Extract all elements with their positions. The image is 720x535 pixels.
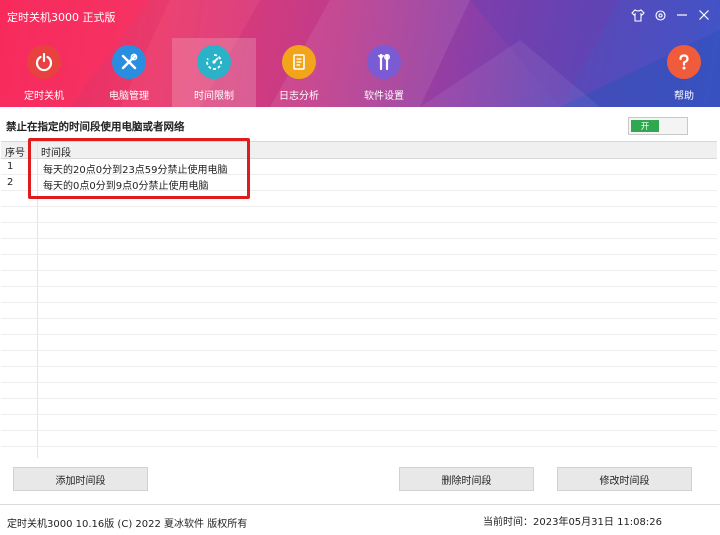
nav-label: 电脑管理 (109, 91, 149, 102)
empty-row (1, 223, 717, 239)
nav-item-time-limit[interactable]: 时间限制 (172, 38, 256, 107)
app-title: 定时关机3000 正式版 (7, 11, 116, 24)
nav-item-settings[interactable]: 软件设置 (342, 38, 426, 107)
empty-row (1, 367, 717, 383)
current-time: 当前时间：2023年05月31日 11:08:26 (483, 517, 662, 528)
section-title: 禁止在指定的时间段使用电脑或者网络 (6, 121, 185, 133)
empty-row (1, 431, 717, 447)
highlight-box (28, 138, 250, 199)
power-icon (27, 45, 61, 79)
empty-row (1, 303, 717, 319)
settings-icon[interactable] (652, 6, 668, 24)
empty-row (1, 207, 717, 223)
close-icon[interactable] (696, 6, 712, 24)
toggle-on-label: 开 (631, 120, 659, 132)
help-button[interactable]: 帮助 (659, 38, 709, 107)
help-icon (667, 45, 701, 79)
nav-label: 定时关机 (24, 91, 64, 102)
empty-row (1, 399, 717, 415)
empty-row (1, 319, 717, 335)
row-index: 1 (7, 161, 14, 172)
empty-row (1, 383, 717, 399)
empty-row (1, 255, 717, 271)
title-bar: 定时关机3000 正式版 定时关机 电脑管理 时间限制 日志分析 软件设置 帮助 (0, 0, 720, 107)
column-header-index: 序号 (5, 148, 25, 159)
empty-row (1, 239, 717, 255)
empty-row (1, 271, 717, 287)
minimize-icon[interactable] (674, 6, 690, 24)
nav-item-log[interactable]: 日志分析 (257, 38, 341, 107)
status-bar: 定时关机3000 10.16版 (C) 2022 夏冰软件 版权所有 当前时间：… (0, 504, 720, 535)
tools-icon (112, 45, 146, 79)
enable-toggle[interactable]: 开 (628, 117, 688, 135)
copyright-text: 定时关机3000 10.16版 (C) 2022 夏冰软件 版权所有 (7, 519, 248, 530)
window-controls (630, 6, 712, 24)
add-period-button[interactable]: 添加时间段 (13, 467, 148, 491)
edit-period-button[interactable]: 修改时间段 (557, 467, 692, 491)
empty-row (1, 415, 717, 431)
row-index: 2 (7, 177, 14, 188)
settings-tools-icon (367, 45, 401, 79)
timer-icon (197, 45, 231, 79)
nav-item-shutdown[interactable]: 定时关机 (2, 38, 86, 107)
help-label: 帮助 (674, 91, 694, 102)
empty-row (1, 335, 717, 351)
nav-label: 日志分析 (279, 91, 319, 102)
empty-row (1, 287, 717, 303)
nav-label: 软件设置 (364, 91, 404, 102)
delete-period-button[interactable]: 删除时间段 (399, 467, 534, 491)
log-icon (282, 45, 316, 79)
nav-label: 时间限制 (194, 91, 234, 102)
empty-row (1, 351, 717, 367)
nav-item-pc-manage[interactable]: 电脑管理 (87, 38, 171, 107)
skin-icon[interactable] (630, 6, 646, 24)
